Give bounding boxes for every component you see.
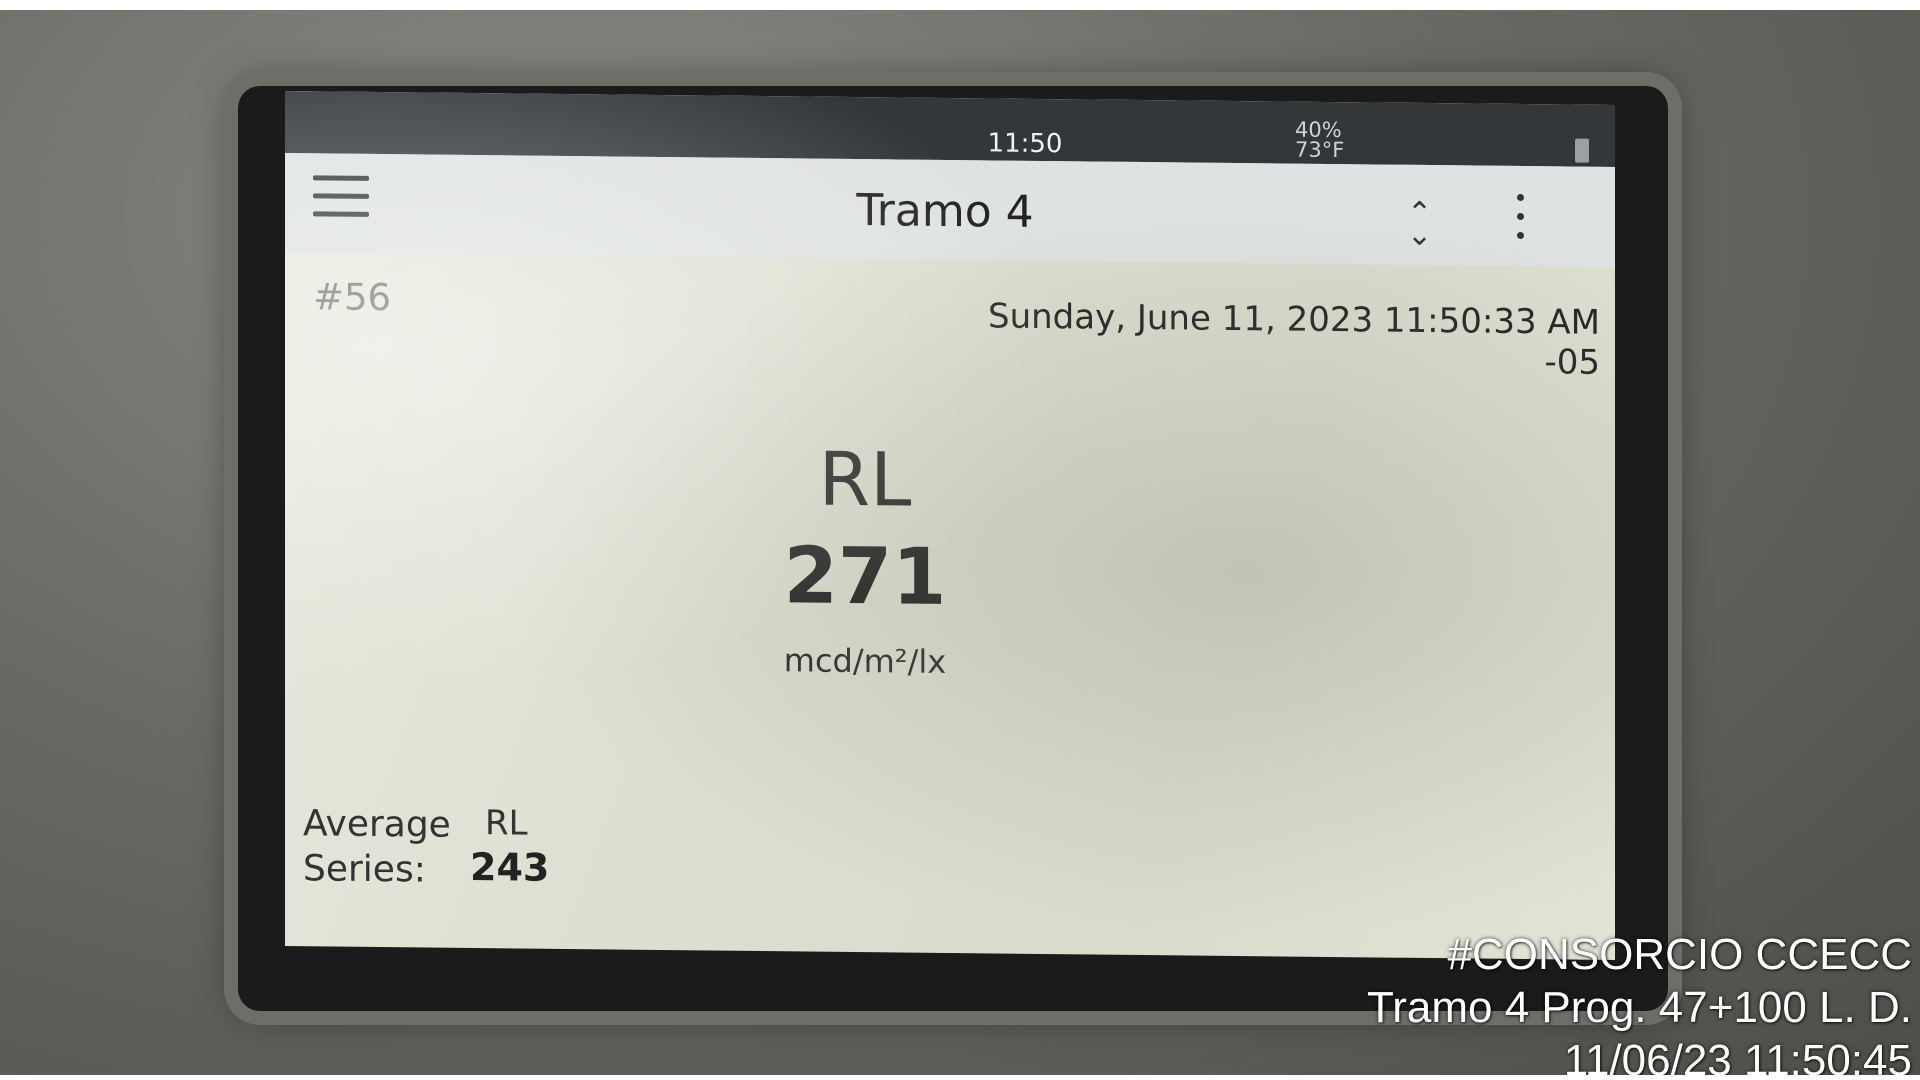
overlay-location: Tramo 4 Prog. 47+100 L. D. xyxy=(1367,983,1912,1032)
temperature-reading: 73°F xyxy=(1295,137,1345,163)
sensor-readings: 40% 73°F xyxy=(1295,118,1345,163)
image-bottom-border xyxy=(0,1075,1920,1080)
photo-stamp-overlay: #CONSORCIO CCECC Tramo 4 Prog. 47+100 L.… xyxy=(1367,928,1912,1080)
measurement-unit: mcd/m²/lx xyxy=(783,641,947,681)
photo-scene: 11:50 40% 73°F Tramo 4 ⌃ ⌄ #56 Sunday, Ju… xyxy=(0,0,1920,1080)
hamburger-menu-icon[interactable] xyxy=(313,175,369,230)
overlay-company: #CONSORCIO CCECC xyxy=(1447,930,1913,979)
device-screen: 11:50 40% 73°F Tramo 4 ⌃ ⌄ #56 Sunday, Ju… xyxy=(285,91,1615,960)
average-series-label: Average Series: xyxy=(303,801,451,893)
average-value: 243 xyxy=(470,844,550,890)
vertical-ellipsis-icon[interactable] xyxy=(1517,193,1529,251)
measurement-value: 271 xyxy=(783,531,947,623)
record-number: #56 xyxy=(313,275,392,320)
status-time: 11:50 xyxy=(987,128,1063,160)
page-title: Tramo 4 xyxy=(856,185,1034,238)
average-label-line1: Average xyxy=(303,803,451,846)
image-top-border xyxy=(0,0,1920,10)
up-down-chevron-icon[interactable]: ⌃ ⌄ xyxy=(1407,196,1432,253)
average-metric-label: RL xyxy=(485,803,528,844)
battery-icon xyxy=(1575,138,1589,163)
app-header: Tramo 4 ⌃ ⌄ xyxy=(285,153,1615,267)
overlay-timestamp: 11/06/23 11:50:45 xyxy=(1563,1036,1912,1080)
average-label-line2: Series: xyxy=(303,848,426,891)
measurement-label: RL xyxy=(818,436,912,524)
measurement-datetime: Sunday, June 11, 2023 11:50:33 AM -05 xyxy=(988,296,1600,383)
